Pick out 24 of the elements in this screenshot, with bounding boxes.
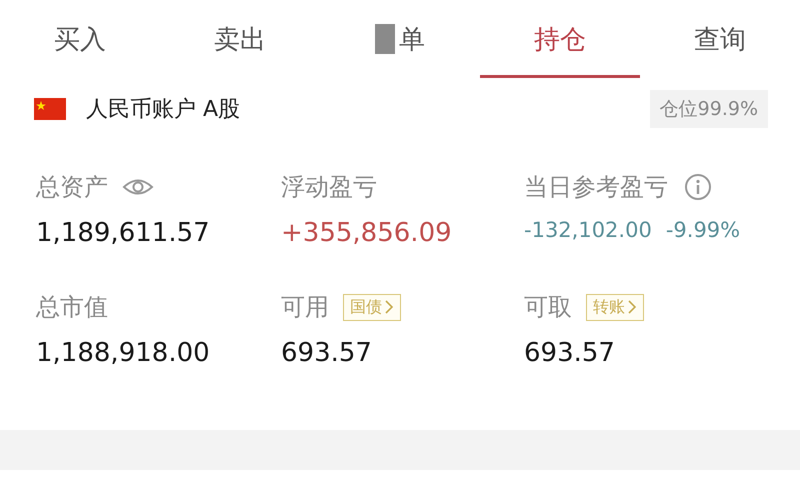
stat-label: 总资产 bbox=[36, 172, 108, 203]
stat-value: +355,856.09 bbox=[281, 218, 452, 248]
stat-value: 693.57 bbox=[281, 338, 372, 368]
account-name: 人民币账户 A股 bbox=[86, 96, 242, 124]
stat-label: 当日参考盈亏 bbox=[524, 172, 668, 203]
stat-value: 693.57 bbox=[524, 338, 615, 368]
tab[interactable]: 查询 bbox=[640, 0, 800, 78]
position-ratio: 仓位99.9% bbox=[650, 90, 768, 128]
tab[interactable]: 卖出 bbox=[160, 0, 320, 78]
stat-label: 总市值 bbox=[36, 292, 108, 323]
tab[interactable]: 买入 bbox=[0, 0, 160, 78]
tab[interactable]: 持仓 bbox=[480, 0, 640, 78]
info-icon[interactable] bbox=[682, 173, 714, 201]
tab[interactable]: 单 bbox=[320, 0, 480, 78]
stat-label: 浮动盈亏 bbox=[281, 172, 377, 203]
flag-icon bbox=[34, 98, 66, 120]
chevron-icon bbox=[627, 299, 637, 315]
stat-label: 可取 bbox=[524, 292, 572, 323]
stat-value: 1,189,611.57 bbox=[36, 218, 210, 248]
stat-value: -9.99% bbox=[666, 218, 740, 242]
stat-value: -132,102.00 bbox=[524, 218, 652, 242]
stat-label: 可用 bbox=[281, 292, 329, 323]
stat-value: 1,188,918.00 bbox=[36, 338, 210, 368]
chevron-icon bbox=[384, 299, 394, 315]
